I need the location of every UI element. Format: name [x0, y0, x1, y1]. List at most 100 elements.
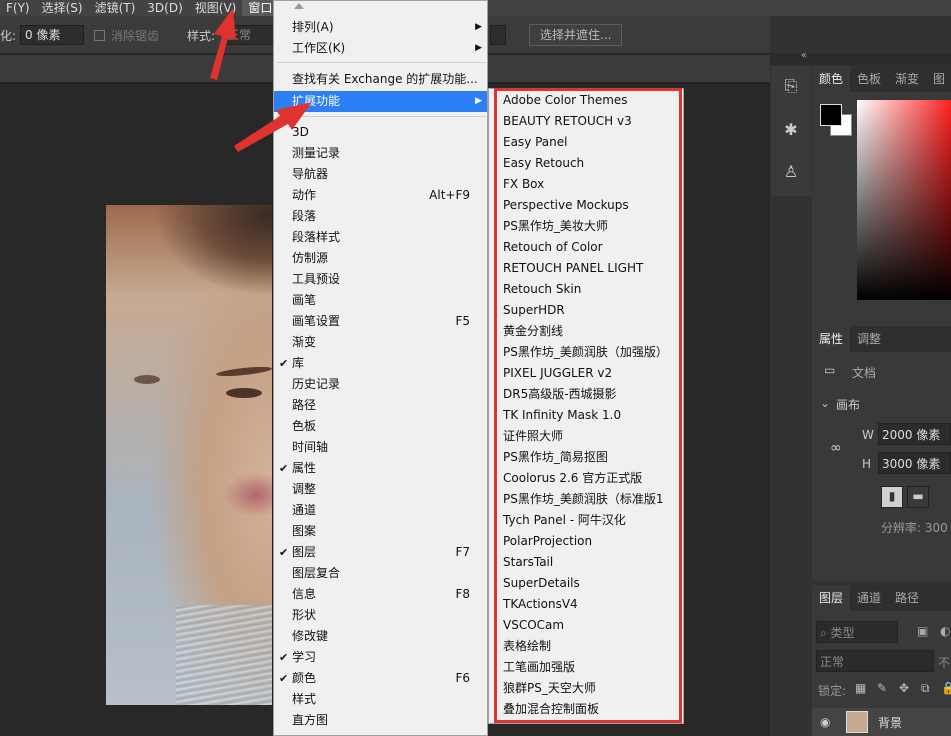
menu-3d[interactable]: 3D(D): [141, 0, 188, 16]
extension-item[interactable]: BEAUTY RETOUCH v3: [503, 111, 632, 132]
extension-item[interactable]: 表格绘制: [503, 636, 551, 657]
extension-item[interactable]: SuperDetails: [503, 573, 580, 594]
extension-item[interactable]: 工笔画加强版: [503, 657, 575, 678]
window-menu-item[interactable]: 画笔: [274, 290, 487, 311]
window-menu-item[interactable]: ✔ 颜色 F6: [274, 668, 487, 689]
window-menu-item[interactable]: 样式: [274, 689, 487, 710]
window-menu-item[interactable]: 3D: [274, 122, 487, 143]
antialias-checkbox[interactable]: [94, 30, 105, 41]
landscape-orientation-icon[interactable]: ▬: [907, 486, 929, 508]
extension-item[interactable]: PIXEL JUGGLER v2: [503, 363, 612, 384]
extension-item[interactable]: SuperHDR: [503, 300, 565, 321]
extension-item[interactable]: Retouch of Color: [503, 237, 603, 258]
window-menu-item[interactable]: 图层复合: [274, 563, 487, 584]
tab-channels[interactable]: 通道: [850, 585, 888, 611]
window-menu-item[interactable]: ✔ 属性: [274, 458, 487, 479]
foreground-color-swatch[interactable]: [820, 104, 842, 126]
lock-brush-icon[interactable]: ✎: [877, 681, 887, 695]
scroll-up-icon[interactable]: [294, 3, 304, 9]
window-menu-item[interactable]: 调整: [274, 479, 487, 500]
select-and-mask-button[interactable]: 选择并遮住...: [529, 24, 623, 46]
window-menu-item[interactable]: 信息 F8: [274, 584, 487, 605]
extension-item[interactable]: StarsTail: [503, 552, 553, 573]
extension-item[interactable]: TKActionsV4: [503, 594, 578, 615]
window-menu-item[interactable]: 修改键: [274, 626, 487, 647]
window-menu-item[interactable]: ✔ 图层 F7: [274, 542, 487, 563]
extension-item[interactable]: 狼群PS_天空大师: [503, 678, 596, 699]
width-input[interactable]: 2000 像素: [878, 423, 951, 445]
window-menu-item[interactable]: 段落: [274, 206, 487, 227]
visibility-eye-icon[interactable]: ◉: [820, 715, 830, 729]
extension-item[interactable]: 证件照大师: [503, 426, 563, 447]
libraries-icon[interactable]: ⎘: [779, 74, 803, 98]
window-menu-item[interactable]: ✔ 库: [274, 353, 487, 374]
extension-item[interactable]: Easy Retouch: [503, 153, 584, 174]
height-input[interactable]: 3000 像素: [878, 452, 951, 474]
extension-item[interactable]: PolarProjection: [503, 531, 592, 552]
window-menu-item[interactable]: 工作区(K) ▶: [274, 38, 487, 59]
tab-gradients[interactable]: 渐变: [888, 66, 926, 92]
window-menu-item[interactable]: 渐变: [274, 332, 487, 353]
extension-item[interactable]: DR5高级版-西城摄影: [503, 384, 617, 405]
tab-properties[interactable]: 属性: [812, 326, 851, 352]
extension-item[interactable]: Tych Panel - 阿牛汉化: [503, 510, 626, 531]
window-menu-item[interactable]: 通道: [274, 500, 487, 521]
window-menu-item[interactable]: 色板: [274, 416, 487, 437]
extension-item[interactable]: 叠加混合控制面板: [503, 699, 599, 720]
extension-item[interactable]: Retouch Skin: [503, 279, 581, 300]
menu-filter[interactable]: 滤镜(T): [89, 0, 142, 16]
filter-image-icon[interactable]: ▣: [917, 624, 928, 638]
tab-paths[interactable]: 路径: [888, 585, 926, 611]
extension-item[interactable]: FX Box: [503, 174, 544, 195]
extension-item[interactable]: PS黑作坊_美颜润肤（标准版1: [503, 489, 664, 510]
lock-pixels-icon[interactable]: ▦: [855, 681, 866, 695]
blend-mode-select[interactable]: 正常: [816, 650, 934, 672]
window-menu-item[interactable]: 时间轴: [274, 437, 487, 458]
window-menu-item[interactable]: 导航器: [274, 164, 487, 185]
menu-view[interactable]: 视图(V): [189, 0, 243, 16]
window-menu-item[interactable]: 查找有关 Exchange 的扩展功能...: [274, 69, 487, 90]
window-menu-item[interactable]: 路径: [274, 395, 487, 416]
extension-item[interactable]: PS黑作坊_美颜润肤（加强版）: [503, 342, 668, 363]
window-menu-item[interactable]: 工具预设: [274, 269, 487, 290]
color-picker-field[interactable]: [857, 100, 951, 300]
window-menu-item[interactable]: 画笔设置 F5: [274, 311, 487, 332]
lock-artboard-icon[interactable]: ⧉: [921, 681, 930, 696]
collapse-icon[interactable]: «: [801, 50, 807, 61]
lock-position-icon[interactable]: ✥: [899, 681, 909, 695]
extension-item[interactable]: Coolorus 2.6 官方正式版: [503, 468, 642, 489]
window-menu-item[interactable]: 历史记录: [274, 374, 487, 395]
window-menu-item[interactable]: 图案: [274, 521, 487, 542]
filter-adjust-icon[interactable]: ◐: [940, 624, 950, 638]
dock-collapse-strip[interactable]: «: [770, 50, 951, 65]
style-select[interactable]: 正常: [222, 25, 274, 45]
window-menu-item[interactable]: 动作 Alt+F9: [274, 185, 487, 206]
window-menu-item[interactable]: 仿制源: [274, 248, 487, 269]
extension-item[interactable]: Adobe Color Themes: [503, 90, 628, 111]
extension-item[interactable]: VSCOCam: [503, 615, 564, 636]
modifier-keys-icon[interactable]: ♙: [779, 160, 803, 184]
tab-adjustments[interactable]: 调整: [850, 326, 888, 352]
canvas-expand-icon[interactable]: ⌄: [820, 396, 830, 410]
document-image[interactable]: [106, 205, 273, 705]
learn-icon[interactable]: ✱: [779, 118, 803, 142]
extension-item[interactable]: 黄金分割线: [503, 321, 563, 342]
extension-item[interactable]: TK Infinity Mask 1.0: [503, 405, 621, 426]
link-icon[interactable]: ∞: [830, 440, 842, 456]
window-menu-item[interactable]: ✔ 学习: [274, 647, 487, 668]
height-input-partial[interactable]: [490, 25, 506, 45]
extension-item[interactable]: Perspective Mockups: [503, 195, 629, 216]
extension-item[interactable]: Easy Panel: [503, 132, 567, 153]
extension-item[interactable]: RETOUCH PANEL LIGHT: [503, 258, 643, 279]
tab-patterns-partial[interactable]: 图: [926, 66, 951, 92]
layer-filter-select[interactable]: ⌕ 类型: [816, 621, 898, 643]
lock-all-icon[interactable]: 🔒: [941, 681, 951, 695]
portrait-orientation-icon[interactable]: ▮: [881, 486, 903, 508]
window-menu-item[interactable]: 排列(A) ▶: [274, 17, 487, 38]
window-menu-item[interactable]: 形状: [274, 605, 487, 626]
extension-item[interactable]: PS黑作坊_美妆大师: [503, 216, 608, 237]
window-menu-item[interactable]: 扩展功能 ▶: [274, 91, 487, 112]
window-menu-item[interactable]: 直方图: [274, 710, 487, 731]
menu-select[interactable]: 选择(S): [36, 0, 89, 16]
tab-swatches[interactable]: 色板: [850, 66, 888, 92]
